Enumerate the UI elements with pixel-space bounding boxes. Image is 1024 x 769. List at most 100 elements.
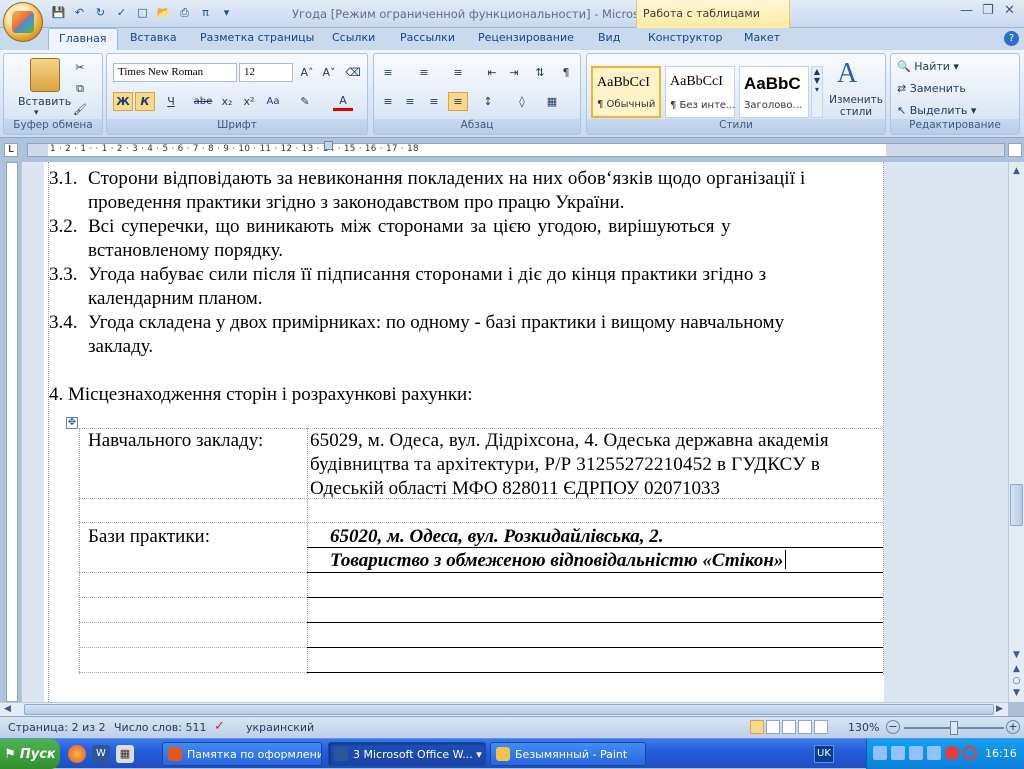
document-area[interactable]: 3.1. Сторони відповідають за невиконання… <box>22 162 1008 702</box>
align-right-icon[interactable]: ≡ <box>424 92 444 111</box>
font-color-icon[interactable]: A <box>333 92 353 111</box>
proofing-icon[interactable]: ✓ <box>214 719 225 734</box>
style-no-spacing[interactable]: AaBbCcI ¶ Без инте... <box>665 66 736 118</box>
tab-references[interactable]: Ссылки <box>332 31 375 44</box>
table-cell-address[interactable]: Одеській області МФО 828011 ЄДРПОУ 02071… <box>310 478 720 500</box>
scroll-thumb[interactable] <box>1010 484 1023 526</box>
bullets-icon[interactable]: ≡ <box>378 63 398 82</box>
minimize-button[interactable]: — <box>960 3 973 18</box>
undo-icon[interactable]: ↶ <box>71 4 88 21</box>
office-button[interactable] <box>3 2 43 42</box>
borders-icon[interactable]: ▦ <box>542 92 562 111</box>
style-normal[interactable]: AaBbCcI ¶ Обычный <box>591 66 661 118</box>
task-firefox[interactable]: Памятка по оформлени... <box>162 742 322 766</box>
start-button[interactable]: ⚑ Пуск <box>0 739 60 769</box>
indent-marker[interactable] <box>324 141 333 150</box>
horizontal-scrollbar[interactable]: ◀ ▶ <box>0 702 1008 716</box>
tab-home[interactable]: Главная <box>48 28 118 51</box>
table-cell-company[interactable]: Товариство з обмеженою відповідальністю … <box>330 550 787 572</box>
task-word[interactable]: 3 Microsoft Office W... ▾ <box>328 742 486 766</box>
numbering-icon[interactable]: ≡ <box>414 63 434 82</box>
next-page-icon[interactable]: ▼ <box>1010 688 1023 700</box>
table-cell-address[interactable]: 65029, м. Одеса, вул. Дідріхсона, 4. Оде… <box>310 430 829 452</box>
replace-button[interactable]: ⇄ Заменить <box>897 82 966 95</box>
style-heading[interactable]: AaBbC Заголово... <box>739 66 809 118</box>
superscript-button[interactable]: x² <box>239 92 259 111</box>
bold-button[interactable]: Ж <box>113 92 133 111</box>
change-styles-icon[interactable]: A <box>837 58 857 90</box>
horizontal-scroll-thumb[interactable] <box>24 704 994 715</box>
horizontal-ruler[interactable]: L 1 · 2 · 1 · · 1 · 2 · 3 · 4 · 5 · 6 · … <box>0 138 1024 162</box>
sort-icon[interactable]: ⇅ <box>530 63 550 82</box>
font-name-combo[interactable]: Times New Roman <box>113 63 237 82</box>
align-center-icon[interactable]: ≡ <box>400 92 420 111</box>
zoom-slider-thumb[interactable] <box>950 721 958 735</box>
scroll-down-icon[interactable]: ▼ <box>1010 650 1023 662</box>
tab-design[interactable]: Конструктор <box>648 31 722 44</box>
tab-selector[interactable]: L <box>4 143 18 157</box>
scroll-up-icon[interactable]: ▲ <box>1010 166 1023 180</box>
tab-page-layout[interactable]: Разметка страницы <box>200 31 314 44</box>
web-layout-icon[interactable] <box>782 720 796 734</box>
clear-formatting-icon[interactable]: ⌫ <box>343 63 363 82</box>
language-bar[interactable]: UK <box>814 745 834 763</box>
network-icon[interactable] <box>927 746 941 760</box>
page-indicator[interactable]: Страница: 2 из 2 <box>8 721 106 734</box>
network-icon[interactable] <box>909 746 923 760</box>
network-icon[interactable] <box>873 746 887 760</box>
spelling-icon[interactable]: ✓ <box>113 4 130 21</box>
opera-icon[interactable] <box>963 746 977 760</box>
paste-button[interactable]: Вставить <box>18 95 71 108</box>
zoom-out-icon[interactable]: − <box>886 720 900 734</box>
table-cell-label[interactable]: Бази практики: <box>88 526 210 548</box>
styles-scroll[interactable]: ▲ ▼ ▾ <box>811 66 823 118</box>
strikethrough-button[interactable]: abe <box>193 92 213 111</box>
paste-icon[interactable] <box>30 58 60 92</box>
tab-view[interactable]: Вид <box>598 31 620 44</box>
tab-review[interactable]: Рецензирование <box>478 31 574 44</box>
document-page[interactable]: 3.1. Сторони відповідають за невиконання… <box>44 162 884 702</box>
underline-button[interactable]: Ч <box>161 92 181 111</box>
justify-icon[interactable]: ≡ <box>448 92 468 111</box>
line-spacing-icon[interactable]: ↕ <box>478 92 498 111</box>
show-desktop-icon[interactable]: ▦ <box>116 745 134 763</box>
network-icon[interactable] <box>891 746 905 760</box>
view-ruler-icon[interactable] <box>1008 143 1022 157</box>
zoom-in-icon[interactable]: + <box>1006 720 1020 734</box>
outline-icon[interactable] <box>798 720 812 734</box>
decrease-indent-icon[interactable]: ⇤ <box>482 63 502 82</box>
redo-icon[interactable]: ↻ <box>92 4 109 21</box>
tab-mailings[interactable]: Рассылки <box>400 31 455 44</box>
font-size-combo[interactable]: 12 <box>239 63 293 82</box>
antivirus-icon[interactable] <box>945 746 959 760</box>
change-styles-button[interactable]: Изменить стили <box>827 94 885 118</box>
highlight-icon[interactable]: ✎ <box>295 92 315 111</box>
change-case-button[interactable]: Aa <box>263 92 283 111</box>
find-button[interactable]: 🔍 Найти ▾ <box>897 60 959 73</box>
open-icon[interactable]: 📂 <box>155 4 172 21</box>
cut-icon[interactable]: ✂ <box>70 58 90 77</box>
qat-dropdown-icon[interactable]: ▾ <box>218 4 235 21</box>
paste-dropdown-icon[interactable]: ▾ <box>34 108 39 118</box>
help-icon[interactable]: ? <box>1004 31 1019 46</box>
restore-button[interactable]: ❐ <box>982 3 994 18</box>
vertical-scrollbar[interactable]: ▲ ▼ ▲ ○ ▼ <box>1008 162 1024 702</box>
tab-insert[interactable]: Вставка <box>130 31 177 44</box>
table-cell-address[interactable]: будівництва та архітектури, Р/Р 31255272… <box>310 454 820 476</box>
new-document-icon[interactable]: □ <box>134 4 151 21</box>
firefox-icon[interactable] <box>68 745 86 763</box>
show-marks-icon[interactable]: ¶ <box>556 63 576 82</box>
equation-icon[interactable]: π <box>197 4 214 21</box>
shrink-font-icon[interactable]: A˅ <box>319 63 339 82</box>
copy-icon[interactable]: ⧉ <box>70 79 90 98</box>
word-quicklaunch-icon[interactable]: W <box>92 745 110 763</box>
save-icon[interactable]: 💾 <box>50 4 67 21</box>
previous-page-icon[interactable]: ▲ <box>1010 664 1023 676</box>
scroll-left-icon[interactable]: ◀ <box>4 704 11 714</box>
italic-button[interactable]: К <box>135 92 155 111</box>
word-count[interactable]: Число слов: 511 <box>114 721 207 734</box>
tab-layout[interactable]: Макет <box>744 31 780 44</box>
close-button[interactable]: ✕ <box>1004 3 1015 18</box>
grow-font-icon[interactable]: A˄ <box>297 63 317 82</box>
scroll-right-icon[interactable]: ▶ <box>996 704 1003 714</box>
